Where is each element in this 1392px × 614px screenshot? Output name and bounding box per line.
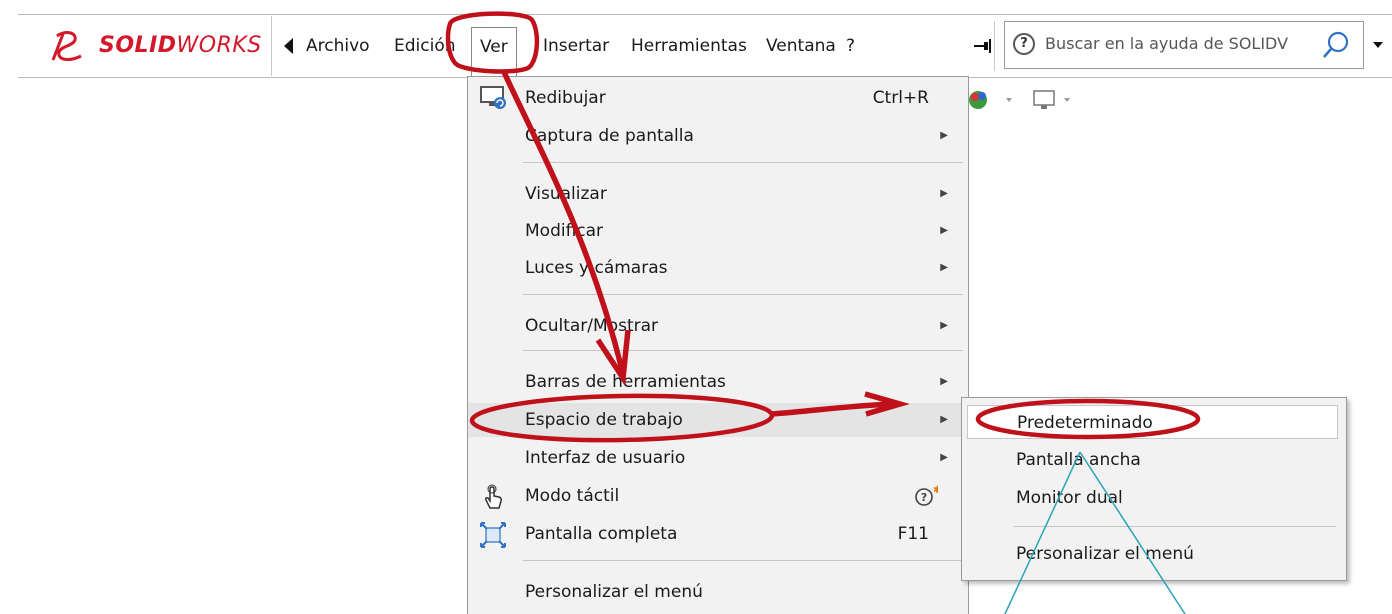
menu-item-label: Personalizar el menú	[525, 582, 703, 602]
menu-item-label: Captura de pantalla	[525, 126, 694, 146]
help-star-icon: ? ✱	[915, 485, 938, 506]
menu-insertar[interactable]: Insertar	[535, 27, 617, 65]
menu-item-label: Modificar	[525, 221, 604, 241]
menu-herramientas[interactable]: Herramientas	[623, 27, 755, 65]
menu-archivo[interactable]: Archivo	[298, 27, 378, 65]
menu-item-luces[interactable]: Luces y cámaras ▶	[468, 251, 968, 285]
menu-ver[interactable]: Ver	[471, 27, 517, 78]
ver-dropdown-menu: Redibujar Ctrl+R Captura de pantalla ▶ V…	[467, 76, 969, 614]
submenu-item-predeterminado[interactable]: Predeterminado	[967, 405, 1338, 439]
submenu-arrow-icon: ▶	[940, 452, 948, 463]
ds-logo-icon	[51, 31, 82, 61]
menu-item-ocultar[interactable]: Ocultar/Mostrar ▶	[468, 309, 968, 343]
menu-item-label: Luces y cámaras	[525, 258, 668, 278]
redraw-icon	[480, 86, 506, 109]
submenu-item-label: Predeterminado	[1017, 413, 1153, 433]
menu-item-label: Redibujar	[525, 88, 606, 108]
logo-text: SOLIDWORKS	[99, 33, 262, 58]
menu-separator	[523, 560, 963, 561]
menu-item-interfaz[interactable]: Interfaz de usuario ▶	[468, 441, 968, 475]
search-icon[interactable]	[1321, 30, 1351, 60]
menu-item-label: Modo táctil	[525, 486, 620, 506]
menu-separator	[1014, 526, 1336, 527]
search-dropdown-icon[interactable]	[1373, 42, 1383, 48]
menu-separator	[523, 350, 963, 351]
menu-item-label: Visualizar	[525, 184, 607, 204]
submenu-arrow-icon: ▶	[940, 320, 948, 331]
shortcut-label: Ctrl+R	[872, 88, 929, 108]
menu-item-label: Ocultar/Mostrar	[525, 316, 659, 336]
menu-separator	[523, 294, 963, 295]
menu-item-modificar[interactable]: Modificar ▶	[468, 214, 968, 248]
menu-edicion[interactable]: Edición	[386, 27, 464, 65]
menu-item-label: Interfaz de usuario	[525, 448, 686, 468]
menu-scroll-left-icon[interactable]	[282, 37, 294, 55]
svg-text:✱: ✱	[933, 485, 938, 496]
pin-icon[interactable]	[973, 38, 993, 54]
help-search-box[interactable]: ? Buscar en la ayuda de SOLIDV	[1004, 21, 1364, 69]
menubar-divider	[994, 21, 995, 71]
touch-hand-icon	[485, 484, 502, 509]
submenu-arrow-icon: ▶	[940, 188, 948, 199]
menu-item-label: Barras de herramientas	[525, 372, 726, 392]
appearance-icon[interactable]	[968, 88, 1088, 112]
submenu-item-pantalla-ancha[interactable]: Pantalla ancha	[962, 443, 1346, 477]
submenu-arrow-icon: ▶	[940, 414, 948, 425]
submenu-item-label: Pantalla ancha	[1016, 450, 1141, 470]
menu-item-captura[interactable]: Captura de pantalla ▶	[468, 119, 968, 153]
submenu-item-monitor-dual[interactable]: Monitor dual	[962, 481, 1346, 515]
menu-ventana[interactable]: Ventana	[758, 27, 844, 65]
question-circle-icon[interactable]: ?	[1013, 33, 1035, 55]
menu-item-redibujar[interactable]: Redibujar Ctrl+R	[468, 81, 968, 115]
menu-item-barras[interactable]: Barras de herramientas ▶	[468, 365, 968, 399]
solidworks-logo: SOLIDWORKS	[37, 16, 272, 76]
menu-item-label: Pantalla completa	[525, 524, 678, 544]
menu-item-personalizar[interactable]: Personalizar el menú	[468, 575, 968, 609]
submenu-arrow-icon: ▶	[940, 376, 948, 387]
menu-item-espacio-trabajo[interactable]: Espacio de trabajo ▶	[468, 403, 968, 437]
shortcut-label: F11	[897, 524, 929, 544]
submenu-arrow-icon: ▶	[940, 225, 948, 236]
submenu-item-label: Personalizar el menú	[1016, 544, 1194, 564]
menu-separator	[523, 162, 963, 163]
fullscreen-icon	[480, 522, 506, 548]
menu-item-pantalla-completa[interactable]: Pantalla completa F11	[468, 517, 968, 551]
submenu-arrow-icon: ▶	[940, 262, 948, 273]
svg-text:?: ?	[921, 491, 927, 504]
menu-help[interactable]: ?	[838, 27, 863, 65]
search-input[interactable]: Buscar en la ayuda de SOLIDV	[1045, 34, 1288, 53]
menu-item-modo-tactil[interactable]: Modo táctil ? ✱	[468, 479, 968, 513]
menu-bar: SOLIDWORKS Archivo Edición Ver Insertar …	[18, 14, 1392, 78]
submenu-item-label: Monitor dual	[1016, 488, 1123, 508]
menu-item-label: Espacio de trabajo	[525, 410, 683, 430]
submenu-item-personalizar[interactable]: Personalizar el menú	[962, 537, 1346, 571]
toolbar-icons	[968, 88, 1088, 116]
menu-item-visualizar[interactable]: Visualizar ▶	[468, 177, 968, 211]
submenu-arrow-icon: ▶	[940, 130, 948, 141]
workspace-submenu: Predeterminado Pantalla ancha Monitor du…	[961, 397, 1347, 581]
